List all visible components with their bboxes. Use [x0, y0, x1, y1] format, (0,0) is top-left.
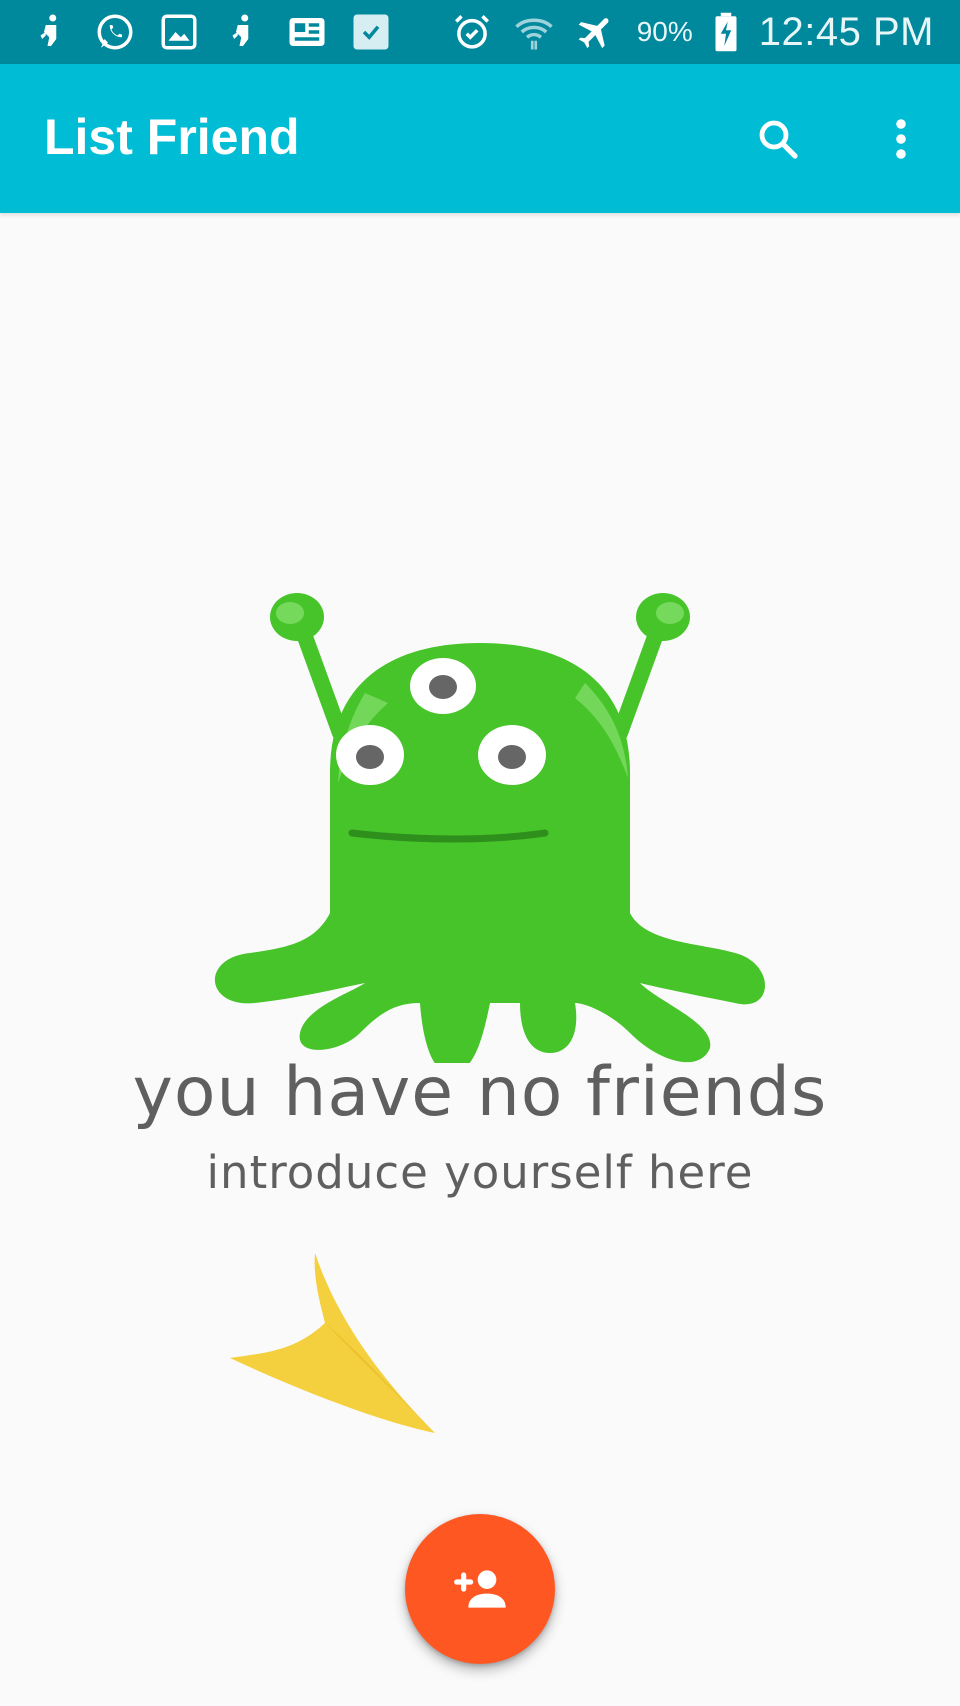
- alarm-icon: [454, 15, 489, 49]
- yellow-arrow-icon: [230, 1253, 435, 1433]
- empty-state-subtitle: introduce yourself here: [206, 1146, 754, 1199]
- search-button[interactable]: [743, 104, 813, 174]
- friend-list-screen: 90% 12:45 PM List Friend you have no fri…: [0, 0, 960, 1706]
- empty-state: you have no friends introduce yourself h…: [0, 213, 960, 1706]
- usb-debug-icon: [232, 14, 249, 46]
- battery-percent: 90%: [636, 16, 693, 47]
- clock: 12:45 PM: [758, 9, 934, 54]
- green-monster-illustration: [214, 593, 765, 1063]
- wifi-icon: [514, 18, 553, 50]
- page-title: List Friend: [44, 109, 300, 165]
- usb-debug-icon: [40, 14, 57, 46]
- notification-icons: [30, 10, 392, 54]
- status-bar: 90% 12:45 PM: [0, 0, 960, 64]
- overflow-menu-button[interactable]: [866, 104, 936, 174]
- airplane-mode-icon: [578, 18, 609, 49]
- empty-state-title: you have no friends: [132, 1053, 828, 1132]
- app-bar: List Friend: [0, 64, 960, 213]
- news-icon: [289, 18, 325, 46]
- search-icon: [759, 120, 798, 159]
- gallery-icon: [161, 14, 197, 50]
- battery-charging-icon: [715, 12, 737, 52]
- whatsapp-icon: [97, 14, 133, 50]
- task-check-icon: [353, 14, 389, 50]
- add-friend-button[interactable]: [405, 1514, 555, 1664]
- add-person-icon: [454, 1570, 506, 1608]
- system-status-icons: 90% 12:45 PM: [451, 10, 934, 54]
- more-vert-icon: [896, 119, 906, 159]
